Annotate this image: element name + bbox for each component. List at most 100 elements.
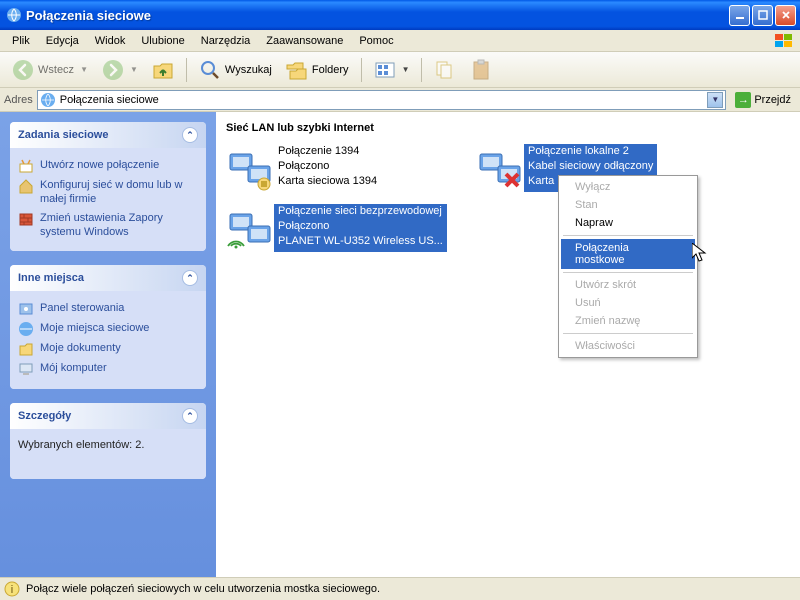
back-icon bbox=[12, 59, 34, 81]
search-label: Wyszukaj bbox=[225, 64, 272, 76]
task-firewall[interactable]: Zmień ustawienia Zapory systemu Windows bbox=[18, 209, 198, 242]
menu-favorites[interactable]: Ulubione bbox=[133, 33, 192, 49]
details-panel: Szczegóły ⌃ Wybranych elementów: 2. bbox=[10, 403, 206, 479]
windows-flag-icon bbox=[772, 32, 796, 50]
menu-shortcut[interactable]: Utwórz skrót bbox=[561, 276, 695, 294]
menu-repair[interactable]: Napraw bbox=[561, 214, 695, 232]
connection-text: Połączenie 1394 Połączono Karta sieciowa… bbox=[274, 144, 381, 192]
wizard-icon bbox=[18, 158, 34, 174]
connection-device: Karta sieciowa 1394 bbox=[278, 174, 377, 189]
panel-title: Inne miejsca bbox=[18, 272, 84, 284]
status-text: Połącz wiele połączeń sieciowych w celu … bbox=[26, 583, 380, 595]
panel-body: Panel sterowania Moje miejsca sieciowe M… bbox=[10, 291, 206, 389]
documents-icon bbox=[18, 341, 34, 357]
control-panel-icon bbox=[18, 301, 34, 317]
menu-advanced[interactable]: Zaawansowane bbox=[258, 33, 351, 49]
folder-up-icon bbox=[152, 59, 174, 81]
connection-text: Połączenie sieci bezprzewodowej Połączon… bbox=[274, 204, 447, 252]
place-control-panel[interactable]: Panel sterowania bbox=[18, 299, 198, 319]
task-label: Zmień ustawienia Zapory systemu Windows bbox=[40, 211, 198, 240]
up-button[interactable] bbox=[146, 57, 180, 83]
copy-button[interactable] bbox=[428, 57, 462, 83]
minimize-button[interactable] bbox=[729, 5, 750, 26]
folders-button[interactable]: Foldery bbox=[280, 57, 355, 83]
place-label: Panel sterowania bbox=[40, 301, 124, 315]
menu-delete[interactable]: Usuń bbox=[561, 294, 695, 312]
folders-icon bbox=[286, 59, 308, 81]
paste-icon bbox=[470, 59, 492, 81]
search-button[interactable]: Wyszukaj bbox=[193, 57, 278, 83]
menu-separator bbox=[563, 333, 693, 334]
forward-icon bbox=[102, 59, 124, 81]
wireless-adapter-icon bbox=[226, 204, 274, 252]
menu-disable[interactable]: Wyłącz bbox=[561, 178, 695, 196]
connection-device: PLANET WL-U352 Wireless US... bbox=[278, 234, 443, 249]
info-icon: i bbox=[4, 581, 20, 597]
firewall-icon bbox=[18, 211, 34, 227]
panel-header[interactable]: Szczegóły ⌃ bbox=[10, 403, 206, 429]
panel-header[interactable]: Inne miejsca ⌃ bbox=[10, 265, 206, 291]
chevron-up-icon[interactable]: ⌃ bbox=[182, 270, 198, 286]
menu-bridge[interactable]: Połączenia mostkowe bbox=[561, 239, 695, 269]
menu-status[interactable]: Stan bbox=[561, 196, 695, 214]
panel-header[interactable]: Zadania sieciowe ⌃ bbox=[10, 122, 206, 148]
menu-tools[interactable]: Narzędzia bbox=[193, 33, 259, 49]
connection-item[interactable]: Połączenie 1394 Połączono Karta sieciowa… bbox=[226, 144, 466, 192]
place-label: Mój komputer bbox=[40, 361, 107, 375]
place-my-documents[interactable]: Moje dokumenty bbox=[18, 339, 198, 359]
chevron-down-icon: ▼ bbox=[130, 65, 138, 74]
menu-help[interactable]: Pomoc bbox=[351, 33, 401, 49]
search-icon bbox=[199, 59, 221, 81]
copy-icon bbox=[434, 59, 456, 81]
menu-file[interactable]: Plik bbox=[4, 33, 38, 49]
connection-status: Kabel sieciowy odłączony bbox=[528, 159, 653, 174]
chevron-up-icon[interactable]: ⌃ bbox=[182, 408, 198, 424]
svg-text:i: i bbox=[11, 584, 13, 596]
network-places-icon bbox=[18, 321, 34, 337]
connection-name: Połączenie sieci bezprzewodowej bbox=[278, 204, 443, 219]
network-adapter-icon bbox=[226, 144, 274, 192]
maximize-button[interactable] bbox=[752, 5, 773, 26]
connection-item[interactable]: Połączenie sieci bezprzewodowej Połączon… bbox=[226, 204, 466, 252]
back-button[interactable]: Wstecz ▼ bbox=[6, 57, 94, 83]
place-label: Moje dokumenty bbox=[40, 341, 121, 355]
paste-button[interactable] bbox=[464, 57, 498, 83]
context-menu: Wyłącz Stan Napraw Połączenia mostkowe U… bbox=[558, 175, 698, 358]
details-body: Wybranych elementów: 2. bbox=[10, 429, 206, 479]
address-label: Adres bbox=[4, 94, 33, 106]
chevron-down-icon: ▼ bbox=[402, 65, 410, 74]
connection-name: Połączenie 1394 bbox=[278, 144, 377, 159]
panel-title: Szczegóły bbox=[18, 410, 71, 422]
place-label: Moje miejsca sieciowe bbox=[40, 321, 149, 335]
menu-rename[interactable]: Zmień nazwę bbox=[561, 312, 695, 330]
menu-separator bbox=[563, 235, 693, 236]
toolbar-separator bbox=[421, 58, 422, 82]
task-label: Konfiguruj sieć w domu lub w małej firmi… bbox=[40, 178, 198, 207]
go-button[interactable]: → Przejdź bbox=[730, 90, 796, 110]
views-icon bbox=[374, 59, 396, 81]
place-my-computer[interactable]: Mój komputer bbox=[18, 359, 198, 379]
menubar: Plik Edycja Widok Ulubione Narzędzia Zaa… bbox=[0, 30, 800, 52]
panel-body: Utwórz nowe połączenie Konfiguruj sieć w… bbox=[10, 148, 206, 251]
place-network-places[interactable]: Moje miejsca sieciowe bbox=[18, 319, 198, 339]
menu-view[interactable]: Widok bbox=[87, 33, 134, 49]
task-new-connection[interactable]: Utwórz nowe połączenie bbox=[18, 156, 198, 176]
network-connections-icon bbox=[40, 92, 56, 108]
chevron-down-icon[interactable]: ▼ bbox=[707, 92, 723, 108]
toolbar-separator bbox=[186, 58, 187, 82]
network-tasks-panel: Zadania sieciowe ⌃ Utwórz nowe połączeni… bbox=[10, 122, 206, 251]
connection-name: Połączenie lokalne 2 bbox=[528, 144, 653, 159]
menu-edit[interactable]: Edycja bbox=[38, 33, 87, 49]
menu-properties[interactable]: Właściwości bbox=[561, 337, 695, 355]
section-heading: Sieć LAN lub szybki Internet bbox=[226, 122, 790, 134]
computer-icon bbox=[18, 361, 34, 377]
forward-button[interactable]: ▼ bbox=[96, 57, 144, 83]
panel-title: Zadania sieciowe bbox=[18, 129, 108, 141]
connection-status: Połączono bbox=[278, 219, 443, 234]
chevron-up-icon[interactable]: ⌃ bbox=[182, 127, 198, 143]
views-button[interactable]: ▼ bbox=[368, 57, 416, 83]
close-button[interactable] bbox=[775, 5, 796, 26]
address-combo[interactable]: Połączenia sieciowe ▼ bbox=[37, 90, 727, 110]
sidebar: Zadania sieciowe ⌃ Utwórz nowe połączeni… bbox=[0, 112, 216, 577]
task-home-network[interactable]: Konfiguruj sieć w domu lub w małej firmi… bbox=[18, 176, 198, 209]
